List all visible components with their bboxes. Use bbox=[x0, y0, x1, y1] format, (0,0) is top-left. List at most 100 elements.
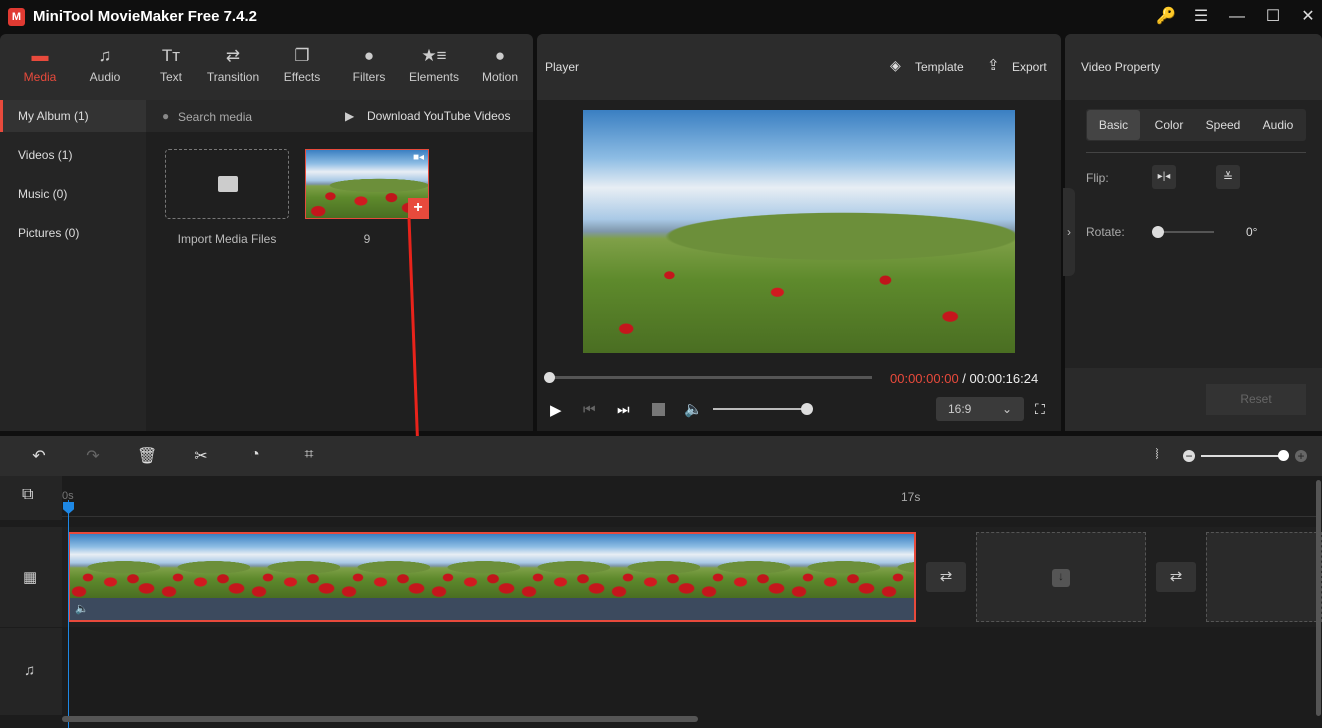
import-media-button[interactable] bbox=[165, 149, 289, 219]
tab-media[interactable]: ▬ Media bbox=[5, 46, 75, 84]
minimize-button[interactable]: — bbox=[1222, 6, 1252, 28]
transition-slot-button-2[interactable]: ⇄ bbox=[1156, 562, 1196, 592]
sidebar-item-videos[interactable]: Videos (1) bbox=[0, 139, 146, 171]
tab-effects[interactable]: ❐ Effects bbox=[267, 46, 337, 84]
ruler-line bbox=[62, 516, 1317, 517]
clip-volume-icon[interactable]: 🔈 bbox=[75, 602, 89, 615]
reset-button[interactable]: Reset bbox=[1206, 384, 1306, 415]
rotate-label: Rotate: bbox=[1086, 225, 1125, 239]
elements-icon: ★≡ bbox=[421, 46, 447, 65]
flip-label: Flip: bbox=[1086, 171, 1109, 185]
volume-handle[interactable] bbox=[801, 403, 813, 415]
stop-icon[interactable] bbox=[652, 403, 665, 416]
collapse-panel-button[interactable]: › bbox=[1063, 188, 1075, 276]
tab-label: Audio bbox=[89, 70, 121, 84]
playhead-line[interactable] bbox=[68, 500, 69, 728]
youtube-icon: ▶ bbox=[345, 109, 355, 123]
seek-bar[interactable] bbox=[550, 376, 872, 379]
rotate-handle[interactable] bbox=[1152, 226, 1164, 238]
aspect-ratio-select[interactable]: 16:9 ⌄ bbox=[936, 397, 1024, 421]
total-time: 00:00:16:24 bbox=[969, 371, 1039, 386]
search-icon: ● bbox=[162, 109, 170, 123]
empty-clip-slot-2[interactable] bbox=[1206, 532, 1322, 622]
volume-icon[interactable]: 🔈 bbox=[684, 400, 703, 418]
download-youtube-button[interactable]: Download YouTube Videos bbox=[367, 109, 510, 123]
key-icon[interactable]: 🔑 bbox=[1151, 6, 1181, 28]
motion-icon: ● bbox=[494, 46, 506, 65]
empty-clip-slot[interactable]: ↓ bbox=[976, 532, 1146, 622]
delete-icon[interactable]: 🗑 bbox=[137, 446, 157, 466]
sidebar-item-music[interactable]: Music (0) bbox=[0, 178, 146, 210]
zoom-in-icon[interactable]: + bbox=[1295, 450, 1307, 462]
video-preview bbox=[583, 110, 1015, 353]
swap-icon: ⇄ bbox=[225, 46, 241, 65]
player-title: Player bbox=[545, 60, 580, 74]
crop-icon[interactable]: ⌗ bbox=[299, 446, 319, 466]
film-icon: ▦ bbox=[23, 569, 38, 586]
export-icon: ⇪ bbox=[987, 57, 1000, 74]
tab-label: Media bbox=[23, 70, 57, 84]
horizontal-scrollbar[interactable] bbox=[62, 716, 698, 722]
flip-vertical-icon[interactable]: ≚ bbox=[1216, 165, 1240, 189]
tab-audio[interactable]: ♫ Audio bbox=[70, 46, 140, 84]
tab-label: Filters bbox=[352, 70, 386, 84]
tab-label: Transition bbox=[206, 70, 260, 84]
speed-icon[interactable]: ◔ bbox=[245, 446, 265, 466]
sidebar-item-my-album[interactable]: My Album (1) bbox=[0, 100, 146, 132]
clip-filmstrip bbox=[70, 534, 914, 598]
music-track-icon: ♫ bbox=[24, 662, 36, 679]
add-track-icon[interactable]: ⧉ bbox=[22, 486, 33, 504]
timeline-zoom-slider[interactable] bbox=[1201, 455, 1283, 457]
tab-filters[interactable]: ● Filters bbox=[334, 46, 404, 84]
tab-label: Text bbox=[159, 70, 182, 84]
sidebar-item-pictures[interactable]: Pictures (0) bbox=[0, 217, 146, 249]
seek-handle[interactable] bbox=[544, 372, 555, 383]
layers-icon: ◈ bbox=[890, 57, 901, 73]
import-label: Import Media Files bbox=[177, 232, 277, 246]
flip-horizontal-icon[interactable]: ▸|◂ bbox=[1152, 165, 1176, 189]
text-icon: Tт bbox=[161, 46, 181, 65]
property-title: Video Property bbox=[1081, 60, 1161, 74]
zoom-slider-handle[interactable] bbox=[1278, 450, 1289, 461]
close-button[interactable]: ✕ bbox=[1293, 6, 1322, 28]
tab-color[interactable]: Color bbox=[1142, 110, 1196, 140]
split-icon[interactable]: ✂ bbox=[191, 446, 211, 466]
zoom-out-icon[interactable]: − bbox=[1183, 450, 1195, 462]
tab-transition[interactable]: ⇄ Transition bbox=[198, 46, 268, 84]
maximize-button[interactable]: ☐ bbox=[1258, 6, 1288, 28]
ruler-label-17s: 17s bbox=[901, 490, 921, 504]
rotate-slider[interactable] bbox=[1158, 231, 1214, 233]
time-separator: / bbox=[958, 371, 970, 386]
folder-icon: ▬ bbox=[31, 46, 49, 65]
export-button[interactable]: Export bbox=[1012, 60, 1047, 74]
timeline-video-clip[interactable]: 🔈 bbox=[68, 532, 916, 622]
previous-frame-icon[interactable]: ⏮ bbox=[583, 401, 596, 418]
undo-icon[interactable]: ↶ bbox=[29, 446, 49, 466]
vertical-scrollbar[interactable] bbox=[1316, 480, 1321, 716]
video-camera-icon: ■◂ bbox=[412, 152, 424, 163]
tab-speed[interactable]: Speed bbox=[1196, 110, 1250, 140]
tab-label: Motion bbox=[481, 70, 519, 84]
fit-timeline-icon[interactable]: ⧘ bbox=[1147, 446, 1167, 466]
volume-slider[interactable] bbox=[713, 408, 807, 410]
tab-motion[interactable]: ● Motion bbox=[465, 46, 535, 84]
next-frame-icon[interactable]: ⏭ bbox=[617, 401, 630, 418]
template-button[interactable]: Template bbox=[915, 60, 964, 74]
transition-slot-button[interactable]: ⇄ bbox=[926, 562, 966, 592]
fullscreen-icon[interactable]: ⛶ bbox=[1035, 401, 1045, 418]
music-icon: ♫ bbox=[98, 46, 112, 65]
tab-label: Effects bbox=[283, 70, 321, 84]
download-icon: ↓ bbox=[1052, 569, 1070, 587]
tab-text[interactable]: Tт Text bbox=[136, 46, 206, 84]
app-logo: M bbox=[8, 8, 25, 26]
redo-icon[interactable]: ↷ bbox=[83, 446, 103, 466]
tab-basic[interactable]: Basic bbox=[1087, 110, 1140, 140]
effects-icon: ❐ bbox=[294, 46, 310, 65]
menu-button[interactable]: ☰ bbox=[1186, 6, 1216, 28]
search-input[interactable]: Search media bbox=[178, 110, 252, 124]
tab-elements[interactable]: ★≡ Elements bbox=[399, 46, 469, 84]
play-icon[interactable]: ▶ bbox=[550, 401, 562, 419]
tab-audio[interactable]: Audio bbox=[1250, 110, 1306, 140]
chevron-down-icon: ⌄ bbox=[1001, 402, 1012, 416]
media-clip-thumbnail[interactable]: ■◂ + bbox=[305, 149, 429, 219]
